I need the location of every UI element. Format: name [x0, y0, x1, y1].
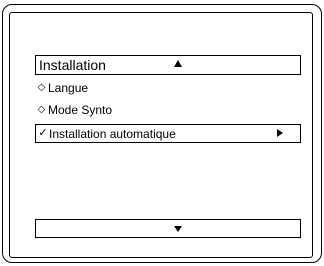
down-arrow-icon[interactable] — [174, 226, 182, 232]
up-arrow-icon[interactable] — [174, 60, 182, 67]
menu-item-langue[interactable]: ◇ Langue — [35, 79, 301, 97]
diamond-bullet-icon: ◇ — [37, 82, 46, 93]
menu-item-label: Langue — [48, 81, 89, 95]
right-arrow-icon — [277, 129, 283, 137]
menu-header: Installation — [35, 55, 301, 75]
menu-item-label: Installation automatique — [49, 126, 176, 141]
menu-item-installation-automatique[interactable]: ✓ Installation automatique — [35, 124, 301, 143]
menu-title: Installation — [39, 57, 106, 73]
checkmark-icon: ✓ — [38, 127, 48, 139]
menu-item-label: Mode Synto — [48, 103, 113, 117]
menu-item-mode-synto[interactable]: ◇ Mode Synto — [35, 101, 301, 119]
diamond-bullet-icon: ◇ — [37, 104, 46, 115]
menu-footer — [35, 219, 301, 238]
